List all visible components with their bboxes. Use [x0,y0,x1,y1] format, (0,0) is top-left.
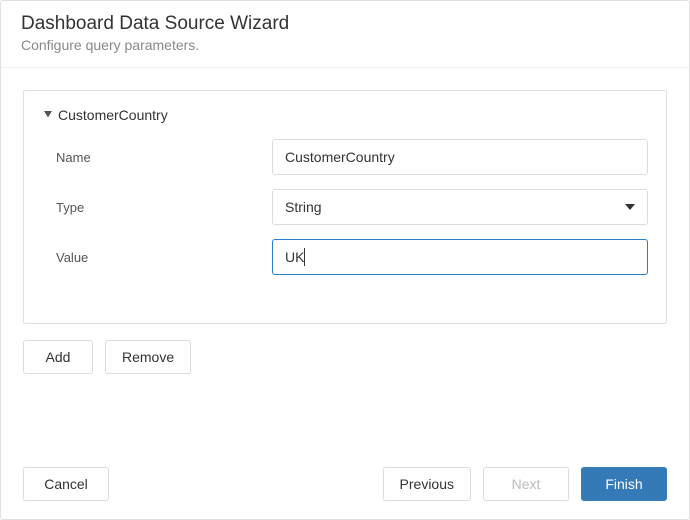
finish-button-label: Finish [605,476,642,492]
parameter-header[interactable]: CustomerCountry [42,107,648,123]
input-value-text: UK [285,249,304,265]
panel-button-row: Add Remove [23,340,667,374]
input-value[interactable]: UK [272,239,648,275]
remove-button-label: Remove [122,349,174,365]
wizard-dialog: Dashboard Data Source Wizard Configure q… [0,0,690,520]
remove-button[interactable]: Remove [105,340,191,374]
disclosure-triangle-icon [44,111,52,119]
previous-button[interactable]: Previous [383,467,471,501]
row-type: Type String [42,189,648,225]
dialog-footer: Cancel Previous Next Finish [1,467,689,519]
next-button: Next [483,467,569,501]
select-type[interactable]: String [272,189,648,225]
input-name[interactable] [272,139,648,175]
parameter-title: CustomerCountry [58,107,168,123]
dialog-title: Dashboard Data Source Wizard [21,13,669,35]
row-value: Value UK [42,239,648,275]
previous-button-label: Previous [400,476,454,492]
input-name-field[interactable] [285,140,635,174]
row-name: Name [42,139,648,175]
cancel-button-label: Cancel [44,476,88,492]
chevron-down-icon [625,204,635,210]
cancel-button[interactable]: Cancel [23,467,109,501]
select-type-value: String [285,199,322,215]
label-name: Name [42,150,272,165]
finish-button[interactable]: Finish [581,467,667,501]
add-button-label: Add [46,349,71,365]
dialog-header: Dashboard Data Source Wizard Configure q… [1,1,689,68]
add-button[interactable]: Add [23,340,93,374]
next-button-label: Next [512,476,541,492]
text-caret [304,248,305,266]
label-value: Value [42,250,272,265]
label-type: Type [42,200,272,215]
parameter-panel: CustomerCountry Name Type String [23,90,667,324]
dialog-subtitle: Configure query parameters. [21,37,669,53]
dialog-content: CustomerCountry Name Type String [1,68,689,467]
